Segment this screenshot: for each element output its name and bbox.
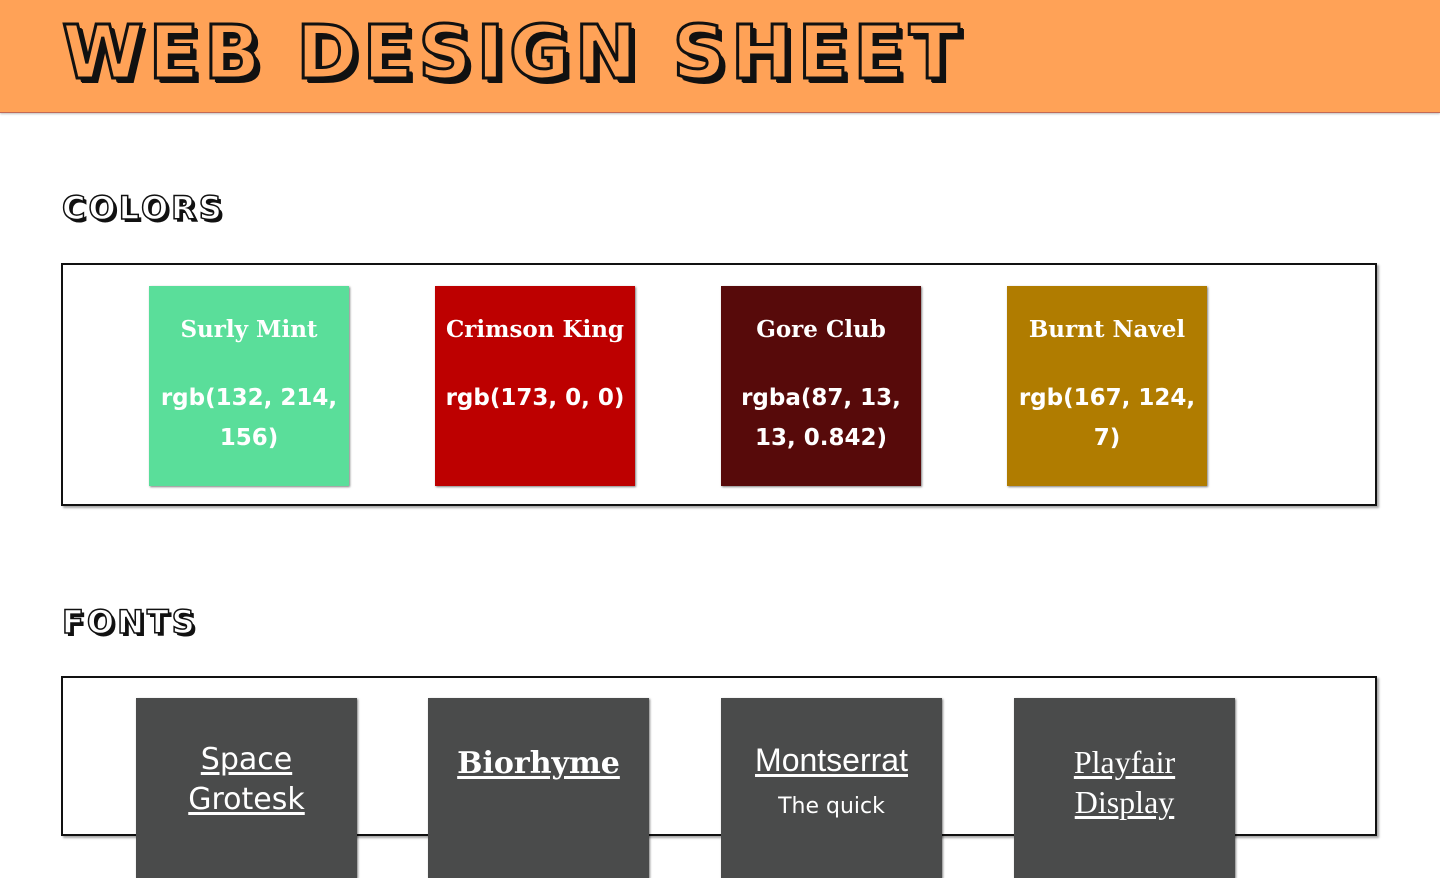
swatch-value: rgb(173, 0, 0) bbox=[445, 385, 625, 411]
font-link-playfair-display[interactable]: Playfair Display bbox=[1014, 742, 1235, 822]
swatch-value: rgb(132, 214, 156) bbox=[160, 385, 338, 451]
font-link-montserrat[interactable]: Montserrat bbox=[721, 740, 942, 780]
font-card-playfair-display: Playfair Display bbox=[1014, 698, 1235, 878]
colors-section-title: Colors bbox=[61, 188, 225, 228]
fonts-panel: Space Grotesk Biorhyme Montserrat The qu… bbox=[61, 676, 1377, 878]
swatch-name: Burnt Navel bbox=[1028, 316, 1186, 343]
font-card-biorhyme: Biorhyme bbox=[428, 698, 649, 878]
swatch-name: Gore Club bbox=[756, 316, 886, 343]
font-link-space-grotesk[interactable]: Space Grotesk bbox=[136, 740, 357, 820]
swatch-value: rgb(167, 124, 7) bbox=[1018, 385, 1196, 451]
color-swatch-burnt-navel: Burnt Navel rgb(167, 124, 7) bbox=[1007, 286, 1207, 486]
swatch-name: Surly Mint bbox=[180, 316, 318, 343]
swatch-name: Crimson King bbox=[445, 316, 625, 343]
font-link-biorhyme[interactable]: Biorhyme bbox=[428, 744, 649, 784]
swatch-value: rgba(87, 13, 13, 0.842) bbox=[741, 385, 901, 451]
color-swatch-crimson-king: Crimson King rgb(173, 0, 0) bbox=[435, 286, 635, 486]
colors-panel: Surly Mint rgb(132, 214, 156) Crimson Ki… bbox=[61, 263, 1377, 506]
font-sample-text: The quick bbox=[778, 794, 885, 819]
font-card-montserrat: Montserrat The quick bbox=[721, 698, 942, 878]
site-title: Web Design Sheet bbox=[60, 9, 965, 98]
site-header: Web Design Sheet bbox=[0, 0, 1440, 113]
font-card-space-grotesk: Space Grotesk bbox=[136, 698, 357, 878]
fonts-section-title: Fonts bbox=[61, 602, 198, 642]
color-swatch-gore-club: Gore Club rgba(87, 13, 13, 0.842) bbox=[721, 286, 921, 486]
color-swatch-surly-mint: Surly Mint rgb(132, 214, 156) bbox=[149, 286, 349, 486]
